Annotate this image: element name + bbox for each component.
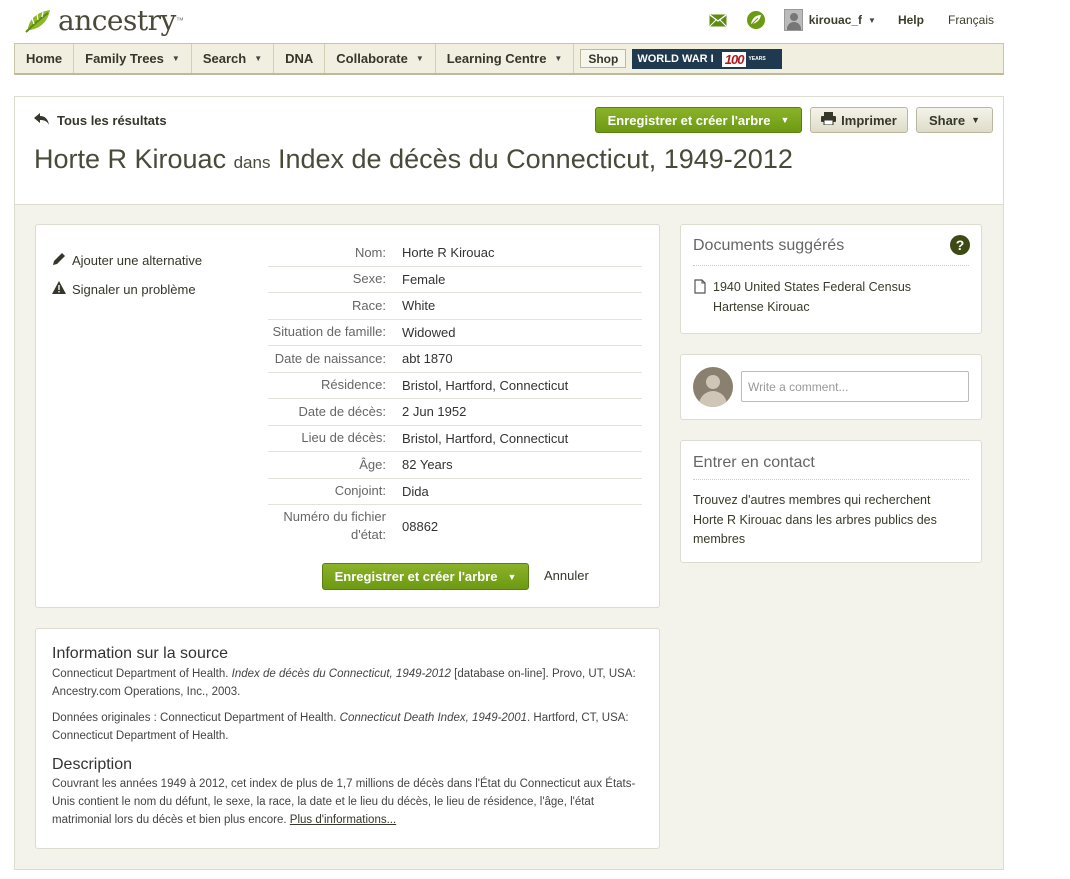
chevron-down-icon: ▼: [780, 115, 790, 125]
wwi-100-banner[interactable]: WORLD WAR I 100 YEARS: [632, 49, 783, 69]
document-icon: [694, 279, 706, 299]
fact-row: Lieu de décès: Bristol, Hartford, Connect…: [268, 426, 642, 452]
trademark-mark: ™: [175, 16, 184, 25]
fact-row: Situation de famille: Widowed: [268, 320, 642, 346]
back-arrow-icon: [34, 112, 49, 129]
commenter-avatar: [693, 367, 733, 407]
printer-icon: [821, 112, 837, 128]
print-button[interactable]: Imprimer: [810, 107, 908, 133]
save-to-tree-button[interactable]: Enregistrer et créer l'arbre ▼: [595, 107, 802, 133]
chevron-down-icon: ▼: [868, 15, 876, 25]
fact-row: Résidence: Bristol, Hartford, Connecticut: [268, 373, 642, 399]
report-problem-link[interactable]: Signaler un problème: [52, 281, 196, 297]
page-title: Horte R Kirouac dans Index de décès du C…: [34, 144, 793, 174]
source-info: Information sur la source Connecticut De…: [52, 645, 642, 829]
warning-icon: [52, 281, 66, 297]
description-text: Couvrant les années 1949 à 2012, cet ind…: [52, 778, 636, 826]
nav-search[interactable]: Search ▼: [192, 44, 275, 73]
user-menu[interactable]: kirouac_f ▼: [783, 9, 876, 31]
help-link[interactable]: Help: [898, 13, 924, 27]
username: kirouac_f: [808, 13, 863, 27]
divider: [693, 479, 969, 480]
description-heading: Description: [52, 756, 133, 773]
nav-learning-centre[interactable]: Learning Centre ▼: [436, 44, 575, 73]
chevron-down-icon: ▼: [254, 54, 263, 63]
fact-row: Conjoint: Dida: [268, 479, 642, 505]
fact-row: Date de naissance: abt 1870: [268, 346, 642, 373]
pencil-icon: [52, 252, 66, 269]
source-heading: Information sur la source: [52, 645, 229, 662]
avatar: [783, 9, 803, 31]
nav-dna[interactable]: DNA: [274, 44, 326, 73]
fact-row: Numéro du fichier d'état: 08862: [283, 509, 439, 542]
ancestry-logo[interactable]: ancestry ™: [24, 4, 184, 37]
chevron-down-icon: ▼: [507, 571, 517, 582]
suggested-record-link[interactable]: 1940 United States Federal Census Harten…: [713, 277, 911, 317]
suggested-title: Documents suggérés: [693, 237, 845, 254]
contact-link[interactable]: Trouvez d'autres membres qui recherchent…: [693, 491, 961, 550]
chevron-down-icon: ▼: [971, 115, 981, 125]
more-info-link[interactable]: Plus d'informations...: [290, 814, 396, 826]
shop-button[interactable]: Shop: [580, 49, 627, 68]
save-to-tree-button-bottom[interactable]: Enregistrer et créer l'arbre ▼: [322, 563, 529, 590]
messages-icon[interactable]: [708, 10, 728, 30]
back-to-results-link[interactable]: Tous les résultats: [34, 112, 167, 129]
comment-input[interactable]: Write a comment...: [741, 371, 969, 402]
help-icon[interactable]: ?: [950, 235, 970, 255]
main-nav: Home Family Trees ▼ Search ▼ DNA Collabora…: [14, 43, 1004, 75]
fact-row: Nom: Horte R Kirouac: [268, 240, 642, 267]
logo-text: ancestry: [58, 4, 176, 37]
record-facts-table: Nom: Horte R Kirouac Sexe: Female Race: Whi…: [268, 240, 642, 547]
fact-row: Âge: 82 Years: [268, 452, 642, 479]
contact-title: Entrer en contact: [693, 454, 815, 471]
leaf-logo-icon: [25, 9, 50, 33]
share-button[interactable]: Share ▼: [916, 107, 993, 133]
divider: [693, 265, 969, 266]
cancel-link[interactable]: Annuler: [544, 568, 589, 583]
fact-row: Race: White: [268, 293, 642, 320]
nav-family-trees[interactable]: Family Trees ▼: [74, 44, 192, 73]
chevron-down-icon: ▼: [554, 54, 563, 63]
hints-leaf-icon[interactable]: [746, 10, 766, 30]
add-alternative-link[interactable]: Ajouter une alternative: [52, 252, 202, 269]
fact-row: Sexe: Female: [268, 267, 642, 293]
language-link[interactable]: Français: [948, 13, 994, 27]
chevron-down-icon: ▼: [171, 54, 180, 63]
chevron-down-icon: ▼: [415, 54, 424, 63]
header-utilities: kirouac_f ▼ Help Français: [708, 9, 994, 31]
source-original-data: Données originales : Connecticut Departm…: [52, 712, 629, 742]
fact-row: Date de décès: 2 Jun 1952: [268, 399, 642, 426]
source-citation: Connecticut Department of Health. Index …: [52, 668, 636, 698]
nav-home[interactable]: Home: [15, 44, 75, 73]
nav-collaborate[interactable]: Collaborate ▼: [325, 44, 436, 73]
